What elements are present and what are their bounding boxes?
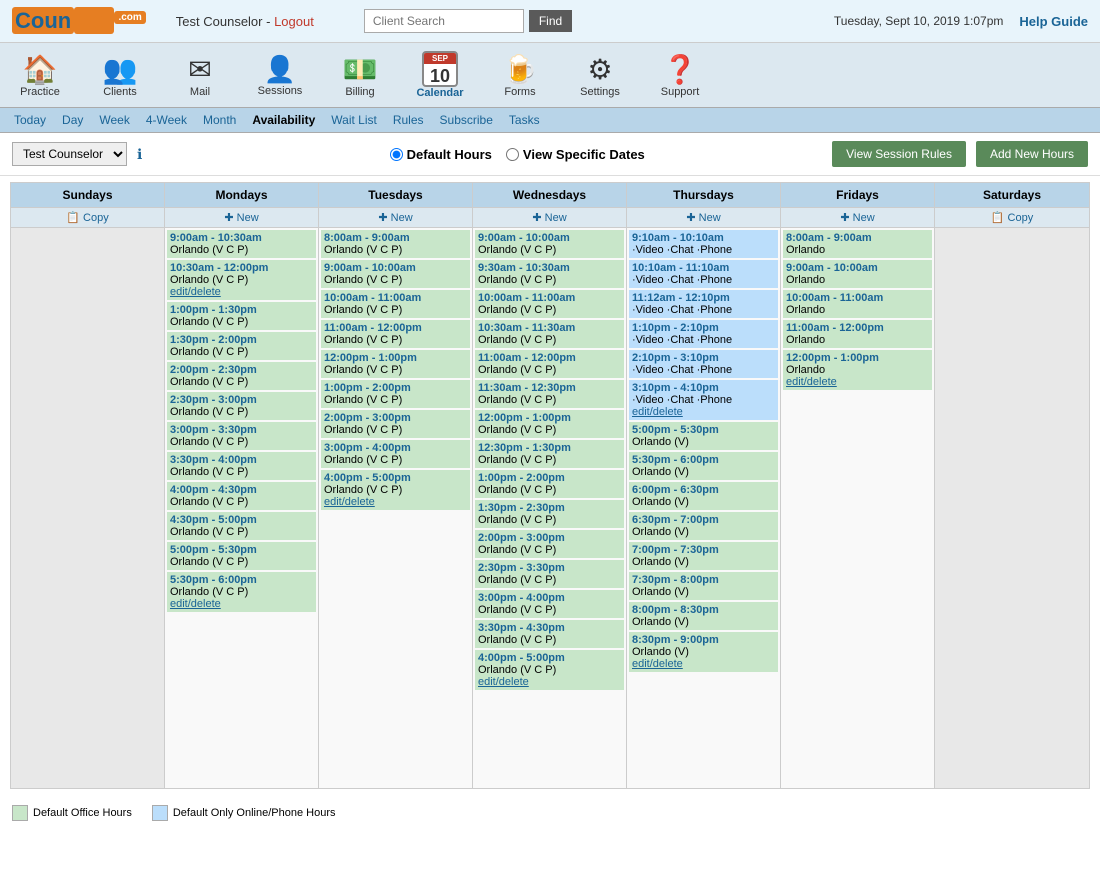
radio-specific-dates[interactable]: View Specific Dates bbox=[506, 147, 645, 162]
datetime: Tuesday, Sept 10, 2019 1:07pm bbox=[834, 14, 1003, 28]
col-mondays: Mondays ✚ New 9:00am - 10:30amOrlando (V… bbox=[165, 183, 319, 788]
col-fridays: Fridays ✚ New 8:00am - 9:00amOrlando 9:0… bbox=[781, 183, 935, 788]
tuesdays-actions: ✚ New bbox=[319, 208, 472, 228]
sundays-slots bbox=[11, 228, 164, 788]
saturdays-header: Saturdays bbox=[935, 183, 1089, 208]
radio-default-input[interactable] bbox=[390, 148, 403, 161]
nav-settings[interactable]: ⚙ Settings bbox=[560, 50, 640, 101]
nav-icons: 🏠 Practice 👥 Clients ✉ Mail 👤 Sessions 💵… bbox=[0, 43, 1100, 108]
tuesdays-slots: 8:00am - 9:00amOrlando (V C P) 9:00am - … bbox=[319, 228, 472, 788]
sub-nav-waitlist[interactable]: Wait List bbox=[331, 113, 377, 127]
fridays-new[interactable]: ✚ New bbox=[840, 211, 874, 224]
help-guide[interactable]: Help Guide bbox=[1019, 14, 1088, 29]
wednesdays-actions: ✚ New bbox=[473, 208, 626, 228]
wednesdays-slots: 9:00am - 10:00amOrlando (V C P) 9:30am -… bbox=[473, 228, 626, 788]
legend-office-hours-label: Default Office Hours bbox=[33, 807, 132, 819]
search-box: Find bbox=[364, 9, 572, 33]
radio-specific-label: View Specific Dates bbox=[523, 147, 645, 162]
col-saturdays: Saturdays 📋 Copy bbox=[935, 183, 1089, 788]
dash: - bbox=[266, 14, 274, 29]
thursdays-new[interactable]: ✚ New bbox=[686, 211, 720, 224]
view-session-rules-button[interactable]: View Session Rules bbox=[832, 141, 966, 167]
nav-billing-label: Billing bbox=[345, 86, 374, 98]
saturdays-copy[interactable]: 📋 Copy bbox=[991, 211, 1033, 224]
fridays-actions: ✚ New bbox=[781, 208, 934, 228]
thursdays-slots: 9:10am - 10:10am·Video ·Chat ·Phone 10:1… bbox=[627, 228, 780, 788]
tuesdays-new[interactable]: ✚ New bbox=[378, 211, 412, 224]
nav-mail[interactable]: ✉ Mail bbox=[160, 50, 240, 101]
radio-default-label: Default Hours bbox=[407, 147, 492, 162]
thursdays-actions: ✚ New bbox=[627, 208, 780, 228]
saturdays-slots bbox=[935, 228, 1089, 788]
sundays-header: Sundays bbox=[11, 183, 164, 208]
nav-support[interactable]: ❓ Support bbox=[640, 50, 720, 101]
radio-default-hours[interactable]: Default Hours bbox=[390, 147, 492, 162]
calendar-wrapper: Sundays 📋 Copy Mondays ✚ New 9:00am - 10… bbox=[0, 176, 1100, 795]
search-input[interactable] bbox=[364, 9, 524, 33]
saturdays-actions: 📋 Copy bbox=[935, 208, 1089, 228]
mondays-actions: ✚ New bbox=[165, 208, 318, 228]
radio-specific-input[interactable] bbox=[506, 148, 519, 161]
legend: Default Office Hours Default Only Online… bbox=[0, 795, 1100, 831]
wednesdays-header: Wednesdays bbox=[473, 183, 626, 208]
radio-group: Default Hours View Specific Dates bbox=[390, 147, 645, 162]
nav-practice[interactable]: 🏠 Practice bbox=[0, 50, 80, 101]
sundays-copy[interactable]: 📋 Copy bbox=[66, 211, 108, 224]
logo: CounSol.com bbox=[12, 8, 146, 34]
find-button[interactable]: Find bbox=[529, 10, 572, 32]
sub-nav-4week[interactable]: 4-Week bbox=[146, 113, 187, 127]
nav-clients-label: Clients bbox=[103, 86, 137, 98]
sub-nav-month[interactable]: Month bbox=[203, 113, 236, 127]
calendar-grid: Sundays 📋 Copy Mondays ✚ New 9:00am - 10… bbox=[10, 182, 1090, 789]
logout-link[interactable]: Logout bbox=[274, 14, 314, 29]
legend-office-hours: Default Office Hours bbox=[12, 805, 132, 821]
sub-nav-week[interactable]: Week bbox=[99, 113, 129, 127]
add-new-hours-button[interactable]: Add New Hours bbox=[976, 141, 1088, 167]
nav-mail-label: Mail bbox=[190, 86, 210, 98]
nav-sessions-label: Sessions bbox=[258, 85, 303, 97]
mondays-header: Mondays bbox=[165, 183, 318, 208]
fridays-slots: 8:00am - 9:00amOrlando 9:00am - 10:00amO… bbox=[781, 228, 934, 788]
sub-nav-tasks[interactable]: Tasks bbox=[509, 113, 540, 127]
nav-billing[interactable]: 💵 Billing bbox=[320, 50, 400, 101]
sub-nav-day[interactable]: Day bbox=[62, 113, 83, 127]
nav-calendar-label: Calendar bbox=[416, 87, 463, 99]
col-tuesdays: Tuesdays ✚ New 8:00am - 9:00amOrlando (V… bbox=[319, 183, 473, 788]
nav-support-label: Support bbox=[661, 86, 700, 98]
mondays-new[interactable]: ✚ New bbox=[224, 211, 258, 224]
tuesdays-header: Tuesdays bbox=[319, 183, 472, 208]
toolbar: Test Counselor ℹ Default Hours View Spec… bbox=[0, 133, 1100, 176]
legend-online-hours: Default Only Online/Phone Hours bbox=[152, 805, 336, 821]
info-icon[interactable]: ℹ bbox=[137, 146, 142, 163]
nav-forms[interactable]: 🍺 Forms bbox=[480, 50, 560, 101]
user-info: Test Counselor - Logout bbox=[176, 14, 314, 29]
sub-nav-subscribe[interactable]: Subscribe bbox=[440, 113, 493, 127]
wednesdays-new[interactable]: ✚ New bbox=[532, 211, 566, 224]
sub-nav-availability[interactable]: Availability bbox=[252, 113, 315, 127]
sub-nav-today[interactable]: Today bbox=[14, 113, 46, 127]
fridays-header: Fridays bbox=[781, 183, 934, 208]
col-thursdays: Thursdays ✚ New 9:10am - 10:10am·Video ·… bbox=[627, 183, 781, 788]
sub-nav: Today Day Week 4-Week Month Availability… bbox=[0, 108, 1100, 133]
nav-calendar[interactable]: SEP 10 Calendar bbox=[400, 48, 480, 102]
header: CounSol.com Test Counselor - Logout Find… bbox=[0, 0, 1100, 43]
col-sundays: Sundays 📋 Copy bbox=[11, 183, 165, 788]
col-wednesdays: Wednesdays ✚ New 9:00am - 10:00amOrlando… bbox=[473, 183, 627, 788]
username: Test Counselor bbox=[176, 14, 263, 29]
nav-practice-label: Practice bbox=[20, 86, 60, 98]
sub-nav-rules[interactable]: Rules bbox=[393, 113, 424, 127]
nav-forms-label: Forms bbox=[504, 86, 535, 98]
sundays-actions: 📋 Copy bbox=[11, 208, 164, 228]
thursdays-header: Thursdays bbox=[627, 183, 780, 208]
legend-online-hours-label: Default Only Online/Phone Hours bbox=[173, 807, 336, 819]
counselor-select[interactable]: Test Counselor bbox=[12, 142, 127, 166]
nav-sessions[interactable]: 👤 Sessions bbox=[240, 51, 320, 100]
nav-settings-label: Settings bbox=[580, 86, 620, 98]
nav-clients[interactable]: 👥 Clients bbox=[80, 50, 160, 101]
mondays-slots: 9:00am - 10:30amOrlando (V C P) 10:30am … bbox=[165, 228, 318, 788]
